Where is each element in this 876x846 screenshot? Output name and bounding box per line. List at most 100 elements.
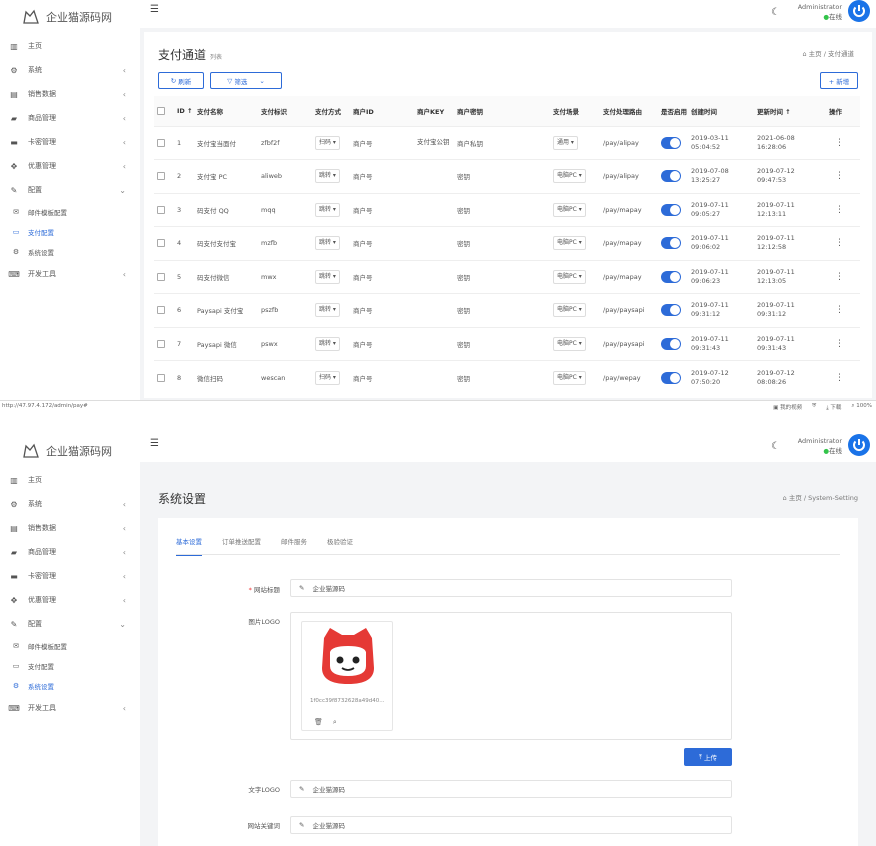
upload-button[interactable]: ⤒ 上传 <box>684 748 732 766</box>
table-row[interactable]: 3 码支付 QQ mqq 跳转 ▾ 商户号 密钥 电脑PC ▾ /pay/mapay 2019-… <box>154 192 860 227</box>
method-select[interactable]: 跳转 ▾ <box>315 236 340 251</box>
table-row[interactable]: 5 码支付微信 mwx 跳转 ▾ 商户号 密钥 电脑PC ▾ /pay/mapay 2019-0… <box>154 259 860 294</box>
column-header[interactable]: 商户KEY <box>414 96 454 126</box>
sidebar-item-4[interactable]: ▬ 卡密管理 ‹ <box>0 564 140 588</box>
sidebar-item-1[interactable]: ⚙ 系统 ‹ <box>0 492 140 516</box>
dark-mode-icon[interactable]: ☾ <box>771 7 780 18</box>
scene-select[interactable]: 电脑PC ▾ <box>553 370 586 385</box>
sidebar-item-5[interactable]: ✥ 优惠管理 ‹ <box>0 588 140 612</box>
more-options-icon[interactable]: ⋮ <box>829 305 844 315</box>
delete-icon[interactable]: 🗑 <box>314 718 323 727</box>
row-checkbox[interactable] <box>157 205 165 214</box>
more-options-icon[interactable]: ⋮ <box>829 171 844 181</box>
scene-select[interactable]: 电脑PC ▾ <box>553 202 586 217</box>
dark-mode-icon[interactable]: ☾ <box>771 441 780 452</box>
enable-toggle[interactable] <box>661 270 681 283</box>
column-header[interactable]: 商户密钥 <box>454 96 550 126</box>
table-row[interactable]: 8 微信扫码 wescan 扫码 ▾ 商户号 密钥 电脑PC ▾ /pay/wepay 2019… <box>154 360 860 394</box>
enable-toggle[interactable] <box>661 304 681 317</box>
select-all-checkbox[interactable] <box>157 106 165 115</box>
enable-toggle[interactable] <box>661 371 681 384</box>
enable-toggle[interactable] <box>661 337 681 350</box>
table-row[interactable]: 4 码支付支付宝 mzfb 跳转 ▾ 商户号 密钥 电脑PC ▾ /pay/mapay 2019… <box>154 226 860 260</box>
method-select[interactable]: 跳转 ▾ <box>315 336 340 351</box>
user-info[interactable]: Administrator ●在线 <box>798 2 842 22</box>
scene-select[interactable]: 电脑PC ▾ <box>553 336 586 351</box>
tab-3[interactable]: 极验验证 <box>327 536 353 556</box>
more-options-icon[interactable]: ⋮ <box>829 238 844 248</box>
sidebar-item-4[interactable]: ▬ 卡密管理 ‹ <box>0 130 140 154</box>
column-header[interactable]: 商户ID <box>350 96 414 126</box>
more-options-icon[interactable]: ⋮ <box>829 205 844 215</box>
column-header[interactable]: 操作 <box>826 96 860 126</box>
power-icon[interactable] <box>848 434 870 456</box>
sidebar-item-2[interactable]: ▤ 销售数据 ‹ <box>0 516 140 540</box>
table-row[interactable]: 7 Paysapi 微信 pswx 跳转 ▾ 商户号 密钥 电脑PC ▾ /pay/paysa… <box>154 326 860 361</box>
refresh-button[interactable]: ↻ 刷新 <box>158 72 204 89</box>
method-select[interactable]: 跳转 ▾ <box>315 169 340 184</box>
tab-1[interactable]: 订单推送配置 <box>222 536 261 556</box>
app-logo[interactable]: 企业猫源码网 <box>0 0 140 34</box>
more-options-icon[interactable]: ⋮ <box>829 138 844 148</box>
filter-button[interactable]: ▽ 筛选 ⌄ <box>210 72 282 89</box>
zoom-icon[interactable]: ⌕ <box>333 718 337 727</box>
sidebar-item-5[interactable]: ✥ 优惠管理 ‹ <box>0 154 140 178</box>
column-header[interactable]: 支付场景 <box>550 96 600 126</box>
sidebar-subitem-2[interactable]: ⚙ 系统设置 <box>0 676 140 696</box>
column-header[interactable]: 支付名称 <box>194 96 258 126</box>
enable-toggle[interactable] <box>661 203 681 216</box>
method-select[interactable]: 扫码 ▾ <box>315 135 340 150</box>
table-row[interactable]: 1 支付宝当面付 zfbf2f 扫码 ▾ 商户号 支付宝公钥 商户私钥 通用 ▾ /pay/al… <box>154 125 860 160</box>
sidebar-item-0[interactable]: ▥ 主页 <box>0 34 140 58</box>
more-options-icon[interactable]: ⋮ <box>829 272 844 282</box>
video-button[interactable]: ▣ 我的视频 <box>773 403 802 412</box>
sidebar-subitem-0[interactable]: ✉ 邮件模板配置 <box>0 202 140 222</box>
row-checkbox[interactable] <box>157 306 165 315</box>
enable-toggle[interactable] <box>661 237 681 250</box>
sidebar-item-6[interactable]: ✎ 配置 ⌄ <box>0 178 140 202</box>
enable-toggle[interactable] <box>661 136 681 149</box>
sidebar-item-3[interactable]: ▰ 商品管理 ‹ <box>0 106 140 130</box>
scene-select[interactable]: 电脑PC ▾ <box>553 303 586 318</box>
sidebar-subitem-2[interactable]: ⚙ 系统设置 <box>0 242 140 262</box>
menu-toggle-icon[interactable]: ☰ <box>150 438 159 449</box>
sidebar-item-dev-tools[interactable]: ⌨ 开发工具 ‹ <box>0 262 140 286</box>
keywords-input[interactable]: ✎ 企业猫源码 <box>290 816 732 834</box>
shield-icon[interactable]: ⛨ <box>812 403 816 412</box>
row-checkbox[interactable] <box>157 239 165 248</box>
tab-0[interactable]: 基本设置 <box>176 536 202 556</box>
add-button[interactable]: + 新增 <box>820 72 858 89</box>
column-header[interactable]: 创建时间 <box>688 96 754 126</box>
menu-toggle-icon[interactable]: ☰ <box>150 4 159 15</box>
column-header[interactable]: 支付方式 <box>312 96 350 126</box>
sidebar-subitem-0[interactable]: ✉ 邮件模板配置 <box>0 636 140 656</box>
enable-toggle[interactable] <box>661 170 681 183</box>
sidebar-item-6[interactable]: ✎ 配置 ⌄ <box>0 612 140 636</box>
app-logo[interactable]: 企业猫源码网 <box>0 434 140 468</box>
method-select[interactable]: 跳转 ▾ <box>315 269 340 284</box>
zoom-control[interactable]: ⌕ 100% <box>851 403 872 412</box>
power-icon[interactable] <box>848 0 870 22</box>
more-options-icon[interactable]: ⋮ <box>829 339 844 349</box>
row-checkbox[interactable] <box>157 138 165 147</box>
sidebar-item-dev-tools[interactable]: ⌨ 开发工具 ‹ <box>0 696 140 720</box>
scene-select[interactable]: 电脑PC ▾ <box>553 169 586 184</box>
sidebar-subitem-1[interactable]: ▭ 支付配置 <box>0 222 140 242</box>
column-header[interactable]: ID ↑ <box>174 96 194 126</box>
more-options-icon[interactable]: ⋮ <box>829 373 844 383</box>
sidebar-subitem-1[interactable]: ▭ 支付配置 <box>0 656 140 676</box>
row-checkbox[interactable] <box>157 373 165 382</box>
method-select[interactable]: 扫码 ▾ <box>315 370 340 385</box>
scene-select[interactable]: 电脑PC ▾ <box>553 236 586 251</box>
table-row[interactable]: 2 支付宝 PC aliweb 跳转 ▾ 商户号 密钥 电脑PC ▾ /pay/alipay 2… <box>154 159 860 193</box>
column-header[interactable]: 支付处理路由 <box>600 96 658 126</box>
text-logo-input[interactable]: ✎ 企业猫源码 <box>290 780 732 798</box>
row-checkbox[interactable] <box>157 172 165 181</box>
scene-select[interactable]: 通用 ▾ <box>553 135 578 150</box>
column-header[interactable]: 是否启用 <box>658 96 688 126</box>
tab-2[interactable]: 邮件服务 <box>281 536 307 556</box>
download-button[interactable]: ⤓ 下载 <box>826 403 841 412</box>
method-select[interactable]: 跳转 ▾ <box>315 303 340 318</box>
column-header[interactable]: 更新时间 ↑ <box>754 96 826 126</box>
scene-select[interactable]: 电脑PC ▾ <box>553 269 586 284</box>
